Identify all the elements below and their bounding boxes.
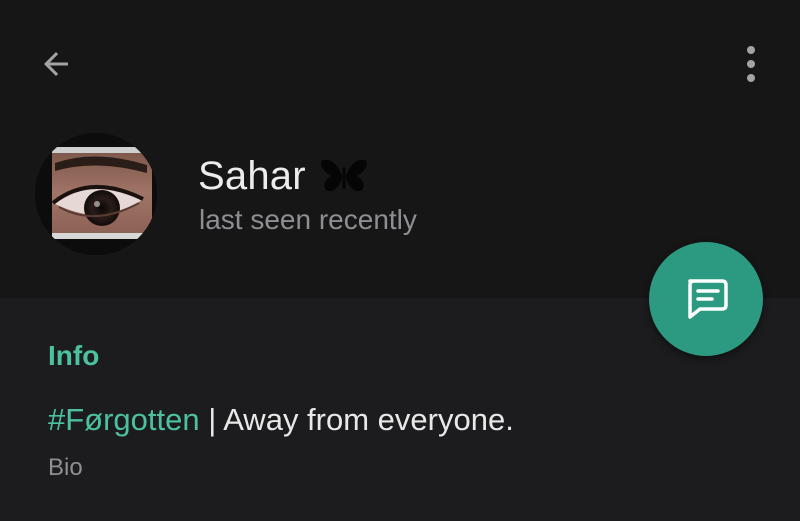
arrow-left-icon [44,52,68,76]
message-icon [688,279,728,319]
profile-name-row: Sahar [198,152,368,200]
more-vertical-icon [747,46,755,82]
eye-photo-avatar [35,133,157,255]
back-button[interactable] [30,38,82,90]
bio-hashtag-link[interactable]: #Førgotten [48,402,200,437]
more-options-button[interactable] [728,38,774,90]
profile-screen: Sahar last seen recently Info #Førgotten… [0,0,800,521]
profile-name: Sahar [198,153,306,198]
info-section-title: Info [48,340,100,371]
last-seen-status: last seen recently [199,204,417,235]
bio-body: | Away from everyone. [199,402,514,437]
bio-label: Bio [48,454,83,481]
bio-text: #Førgotten | Away from everyone. [48,402,514,438]
avatar[interactable] [35,133,157,255]
butterfly-icon [320,159,367,192]
send-message-button[interactable] [649,242,763,356]
